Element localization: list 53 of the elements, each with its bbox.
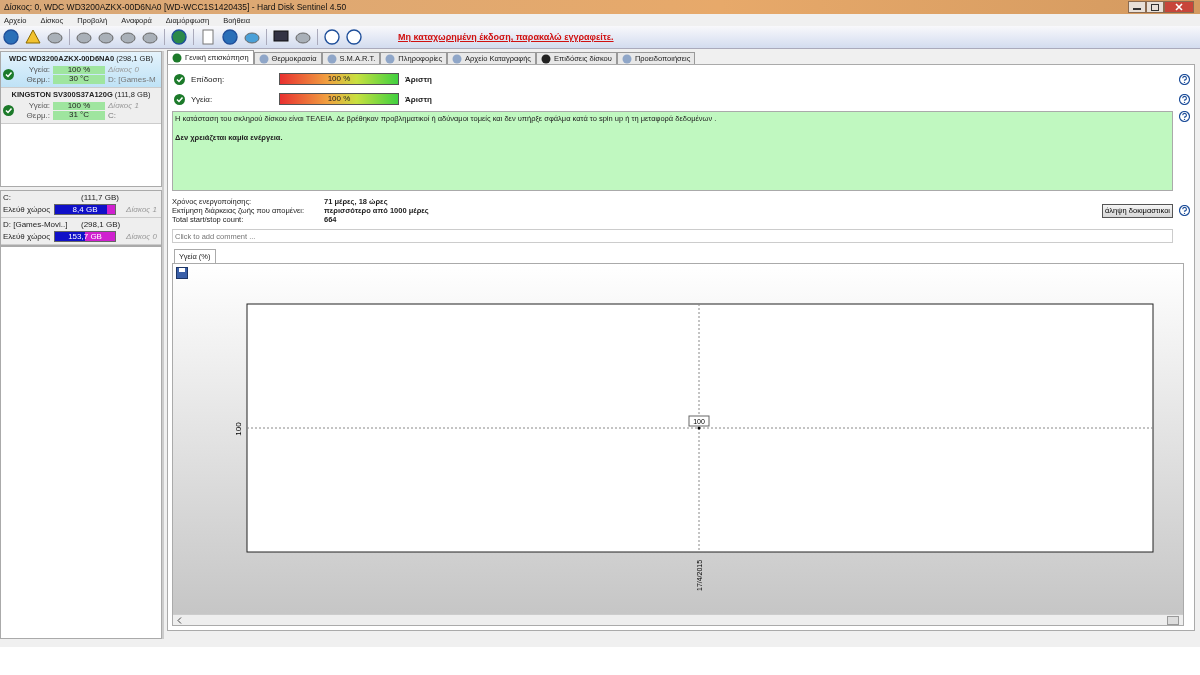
disk-number: Δίσκος 0 [126,232,157,241]
tab-icon [326,53,337,64]
maximize-icon [1151,3,1159,11]
registration-notice[interactable]: Μη καταχωρημένη έκδοση, παρακαλώ εγγραφείτε. [398,32,614,42]
horizontal-scrollbar[interactable] [173,614,1183,625]
free-space-label: Ελεύθ χώρος [3,205,51,214]
tab-icon [540,53,551,64]
volume-size: (111,7 GB) [81,193,120,202]
check-icon [3,105,14,116]
volume-size: (298,1 GB) [81,220,122,229]
temperature-label: Θερμ.: [25,75,50,84]
health-bar: 100 % [53,65,105,74]
drive-label: D: [Games-M [108,75,157,84]
tab-icon [172,52,182,63]
temperature-label: Θερμ.: [25,111,50,120]
disk-number: Δίσκος 0 [108,65,140,74]
health-bar: 100 % [53,101,105,110]
tab-icon [258,53,269,64]
maximize-button[interactable] [1146,1,1164,13]
free-space-label: Ελεύθ χώρος [3,232,51,241]
tab-icon [385,53,396,64]
volume-name: C: [3,193,12,202]
metric-rating: Άριστη [405,74,432,84]
free-space-bar: 8,4 GB [54,204,117,215]
volume-name: D: [Games-Movi..] [3,220,69,229]
check-icon [174,73,185,85]
disk-number: Δίσκος 1 [108,101,140,110]
volume-item[interactable]: C: (111,7 GB) Ελεύθ χώρος 8,4 GB Δίσκος 1 [1,191,161,218]
minimize-button[interactable] [1128,1,1146,13]
health-label: Υγεία: [27,101,50,110]
data-point [697,426,701,430]
close-button[interactable] [1164,1,1194,13]
metric-bar: 100 % [279,73,399,85]
drive-label: C: [108,111,117,120]
close-icon [1175,3,1183,11]
y-axis-label: 100 [234,422,243,436]
window-title: Δίσκος: 0, WDC WD3200AZKX-00D6NA0 [WD-WCC1S1420435] - Hard Disk Sentinel 4.50 [4,2,348,12]
health-label: Υγεία: [27,65,50,74]
temperature-bar: 31 °C [53,111,105,120]
disk-number: Δίσκος 1 [126,205,157,214]
metric-bar: 100 % [279,93,399,105]
metric-label: Υγεία: [191,94,214,104]
check-icon [3,69,14,80]
check-icon [174,93,185,105]
scroll-thumb[interactable] [1167,615,1179,625]
temperature-bar: 30 °C [53,75,105,84]
tab-icon [452,53,463,64]
warning-icon[interactable] [25,29,41,45]
save-icon[interactable] [176,267,188,279]
metric-label: Επίδοση: [191,74,226,84]
metric-rating: Άριστη [405,94,432,104]
tab-icon [621,53,632,64]
monitor-icon[interactable] [273,29,289,45]
